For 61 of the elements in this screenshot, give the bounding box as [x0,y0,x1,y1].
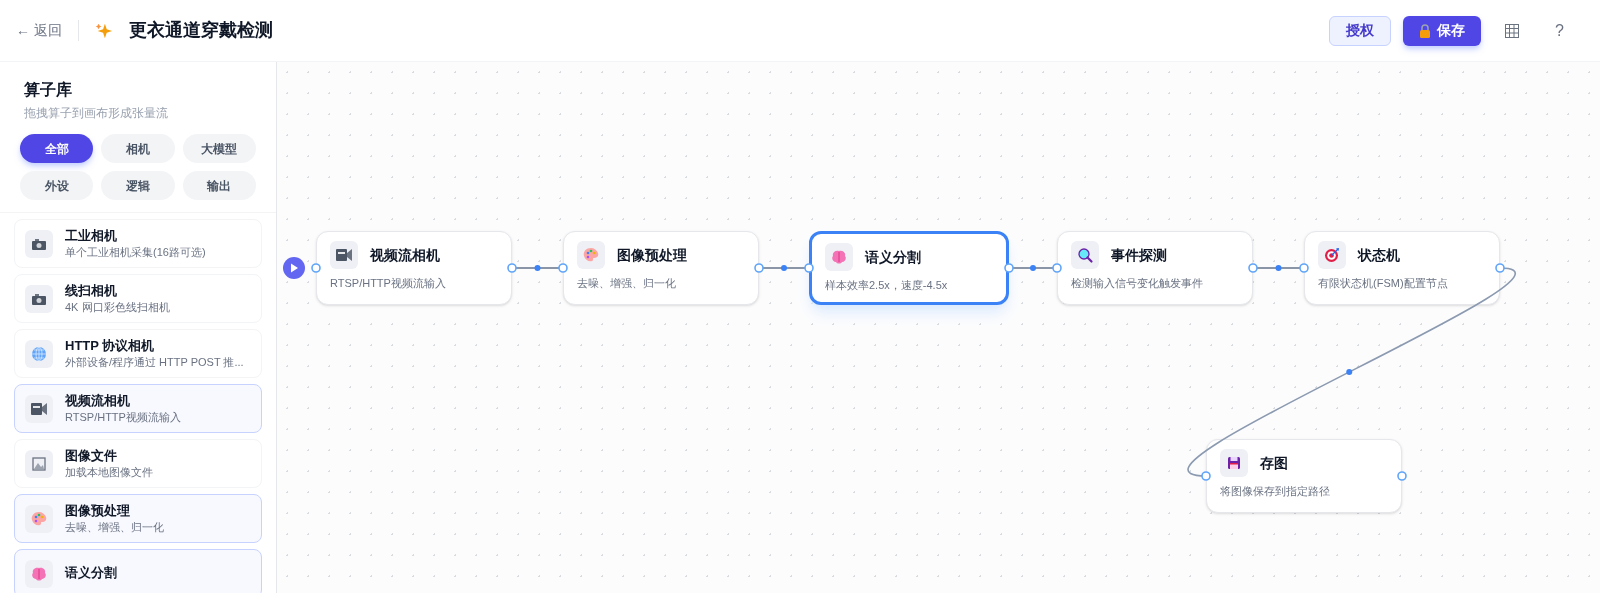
save-button[interactable]: 保存 [1403,15,1482,46]
operator-description: 外部设备/程序通过 HTTP POST 推... [65,355,244,370]
flow-node[interactable]: 状态机 有限状态机(FSM)配置节点 [1304,231,1500,305]
magnifier-icon [1075,245,1095,265]
node-description: 有限状态机(FSM)配置节点 [1318,276,1449,291]
filter-tab[interactable]: 相机 [101,134,175,163]
connection-midpoint [1275,265,1282,271]
operator-name: 视频流相机 [65,392,131,409]
operator-description: 去噪、增强、归一化 [65,520,164,535]
operator-name: 图像文件 [65,447,118,464]
node-title: 图像预处理 [617,245,687,265]
operator-name: HTTP 协议相机 [65,337,156,354]
flow-node[interactable]: 图像预处理 去噪、增强、归一化 [563,231,759,305]
node-title: 事件探测 [1111,245,1167,265]
connection-midpoint [1346,369,1353,375]
node-title: 状态机 [1358,245,1400,265]
sidebar-title: 算子库 [24,80,73,100]
connection-midpoint [534,265,541,271]
node-title: 语义分割 [865,247,921,267]
flow-node[interactable]: 视频流相机 RTSP/HTTP视频流输入 [316,231,512,305]
operator-card[interactable]: 线扫相机 4K 网口彩色线扫相机 [14,274,262,323]
operator-name: 线扫相机 [65,282,118,299]
operator-description: 单个工业相机采集(16路可选) [65,245,206,260]
operator-card[interactable]: 工业相机 单个工业相机采集(16路可选) [14,219,262,268]
filter-tab[interactable]: 外设 [20,171,94,200]
operator-description: 4K 网口彩色线扫相机 [65,300,170,315]
grid-icon[interactable] [1505,23,1520,38]
node-description: 样本效率2.5x，速度-4.5x [825,278,949,293]
target-icon [1322,245,1342,265]
flow-node[interactable]: 存图 将图像保存到指定路径 [1206,439,1402,513]
sparkle-icon [94,21,113,40]
filter-tab[interactable]: 全部 [20,134,94,163]
authorize-button[interactable]: 授权 [1329,15,1392,46]
operator-card[interactable]: 图像预处理 去噪、增强、归一化 [14,494,262,543]
filter-tab[interactable]: 逻辑 [101,171,175,200]
node-description: RTSP/HTTP视频流输入 [330,276,447,291]
node-description: 检测输入信号变化触发事件 [1071,276,1204,291]
operator-name: 图像预处理 [65,502,131,519]
operator-description: 加载本地图像文件 [65,465,153,480]
filter-tab[interactable]: 大模型 [182,134,256,163]
page-title: 更衣通道穿戴检测 [128,19,273,42]
operator-card[interactable]: HTTP 协议相机 外部设备/程序通过 HTTP POST 推... [14,329,262,378]
operator-description: RTSP/HTTP视频流输入 [65,410,181,425]
connection-midpoint [781,265,787,271]
operator-card[interactable]: 视频流相机 RTSP/HTTP视频流输入 [14,384,262,433]
node-title: 存图 [1260,453,1288,473]
operator-name: 工业相机 [65,227,118,244]
node-description: 将图像保存到指定路径 [1220,484,1331,499]
node-title: 视频流相机 [370,245,440,265]
sidebar-subtitle: 拖拽算子到画布形成张量流 [24,105,169,122]
flow-node[interactable]: 事件探测 检测输入信号变化触发事件 [1057,231,1253,305]
flow-node[interactable]: 语义分割 样本效率2.5x，速度-4.5x [809,231,1009,305]
node-description: 去噪、增强、归一化 [577,276,677,291]
operator-name: 语义分割 [65,565,117,582]
connection-midpoint [1030,265,1036,271]
back-link[interactable]: ← 返回 [16,20,79,41]
padlock-icon [1419,23,1432,38]
help-button[interactable]: ? [1555,18,1564,43]
operator-card[interactable]: 语义分割 [14,549,262,593]
filter-tab[interactable]: 输出 [182,171,256,200]
operator-card[interactable]: 图像文件 加载本地图像文件 [14,439,262,488]
